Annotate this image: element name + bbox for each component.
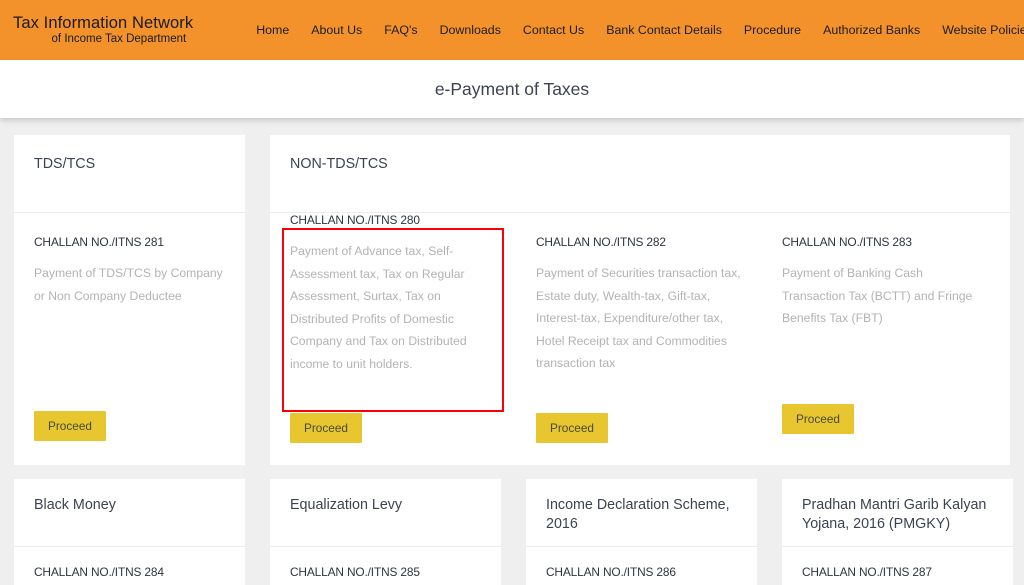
nav-item-website-policies[interactable]: Website Policies: [931, 23, 1024, 37]
proceed-wrap-282: Proceed: [516, 403, 762, 443]
challan-description-283: Payment of Banking Cash Transaction Tax …: [782, 262, 988, 330]
challan-description-280: Payment of Advance tax, Self-Assessment …: [290, 240, 496, 375]
card-non-tds-tcs: NON-TDS/TCS CHALLAN NO./ITNS 280 Payment…: [270, 135, 1010, 465]
challan-number-281: CHALLAN NO./ITNS 281: [34, 235, 225, 249]
challan-column-281: CHALLAN NO./ITNS 281 Payment of TDS/TCS …: [14, 213, 245, 307]
card-tds-header: TDS/TCS: [14, 135, 245, 212]
card-equalization-levy-body: CHALLAN NO./ITNS 285: [270, 547, 501, 579]
card-nontds-header: NON-TDS/TCS: [270, 135, 1010, 212]
challan-number-287: CHALLAN NO./ITNS 287: [802, 565, 993, 579]
nav-item-contact-us[interactable]: Contact Us: [512, 23, 595, 37]
card-black-money-body: CHALLAN NO./ITNS 284: [14, 547, 245, 579]
card-tds-title: TDS/TCS: [34, 155, 225, 174]
proceed-wrap-283: Proceed: [762, 403, 1008, 434]
card-pmgky-title: Pradhan Mantri Garib Kalyan Yojana, 2016…: [802, 496, 993, 535]
challan-number-283: CHALLAN NO./ITNS 283: [782, 235, 988, 249]
brand-secondary-text: of Income Tax Department: [13, 33, 193, 46]
challan-column-287: CHALLAN NO./ITNS 287: [782, 547, 1013, 579]
proceed-wrap-281: Proceed: [14, 411, 126, 441]
challan-number-285: CHALLAN NO./ITNS 285: [290, 565, 481, 579]
card-black-money-header: Black Money: [14, 479, 245, 546]
challan-number-286: CHALLAN NO./ITNS 286: [546, 565, 737, 579]
challan-description-281: Payment of TDS/TCS by Company or Non Com…: [34, 262, 225, 307]
challan-column-280: CHALLAN NO./ITNS 280 Payment of Advance …: [270, 213, 516, 375]
page-title-bar: e-Payment of Taxes: [0, 60, 1024, 118]
card-black-money-title: Black Money: [34, 496, 225, 515]
proceed-button-280[interactable]: Proceed: [290, 413, 362, 443]
card-pmgky-body: CHALLAN NO./ITNS 287: [782, 547, 1013, 579]
nav-item-authorized-banks[interactable]: Authorized Banks: [812, 23, 931, 37]
challan-number-280: CHALLAN NO./ITNS 280: [290, 213, 496, 227]
challan-number-282: CHALLAN NO./ITNS 282: [536, 235, 742, 249]
challan-column-286: CHALLAN NO./ITNS 286: [526, 547, 757, 579]
card-pmgky: Pradhan Mantri Garib Kalyan Yojana, 2016…: [782, 479, 1013, 585]
nav-item-bank-contact-details[interactable]: Bank Contact Details: [595, 23, 733, 37]
nav-item-home[interactable]: Home: [245, 23, 300, 37]
challan-number-284: CHALLAN NO./ITNS 284: [34, 565, 225, 579]
card-equalization-levy-title: Equalization Levy: [290, 496, 481, 515]
challan-description-282: Payment of Securities transaction tax, E…: [536, 262, 742, 375]
challan-column-282: CHALLAN NO./ITNS 282 Payment of Securiti…: [516, 213, 762, 375]
nav-item-procedure[interactable]: Procedure: [733, 23, 812, 37]
card-nontds-body: CHALLAN NO./ITNS 280 Payment of Advance …: [270, 213, 1010, 375]
card-row-primary: TDS/TCS CHALLAN NO./ITNS 281 Payment of …: [14, 135, 1010, 465]
page-title: e-Payment of Taxes: [435, 79, 589, 100]
site-logo[interactable]: Tax Information Network of Income Tax De…: [13, 14, 193, 45]
main-navigation: Home About Us FAQ's Downloads Contact Us…: [245, 23, 1024, 37]
nav-item-downloads[interactable]: Downloads: [429, 23, 512, 37]
proceed-button-283[interactable]: Proceed: [782, 404, 854, 434]
card-equalization-levy-header: Equalization Levy: [270, 479, 501, 546]
proceed-button-row: Proceed Proceed Proceed: [270, 403, 1010, 465]
nav-item-faqs[interactable]: FAQ's: [373, 23, 428, 37]
challan-column-284: CHALLAN NO./ITNS 284: [14, 547, 245, 579]
nav-item-about-us[interactable]: About Us: [300, 23, 373, 37]
card-black-money: Black Money CHALLAN NO./ITNS 284: [14, 479, 245, 585]
main-content: TDS/TCS CHALLAN NO./ITNS 281 Payment of …: [0, 118, 1024, 584]
card-tds-tcs: TDS/TCS CHALLAN NO./ITNS 281 Payment of …: [14, 135, 245, 465]
proceed-button-282[interactable]: Proceed: [536, 413, 608, 443]
site-header: Tax Information Network of Income Tax De…: [0, 0, 1024, 60]
brand-primary-text: Tax Information Network: [13, 14, 193, 32]
proceed-wrap-280: Proceed: [270, 403, 516, 443]
challan-column-283: CHALLAN NO./ITNS 283 Payment of Banking …: [762, 213, 1008, 375]
card-equalization-levy: Equalization Levy CHALLAN NO./ITNS 285: [270, 479, 501, 585]
card-nontds-title: NON-TDS/TCS: [290, 155, 990, 174]
challan-column-285: CHALLAN NO./ITNS 285: [270, 547, 501, 579]
card-income-declaration-header: Income Declaration Scheme, 2016: [526, 479, 757, 546]
card-income-declaration-scheme: Income Declaration Scheme, 2016 CHALLAN …: [526, 479, 757, 585]
card-income-declaration-body: CHALLAN NO./ITNS 286: [526, 547, 757, 579]
card-row-secondary: Black Money CHALLAN NO./ITNS 284 Equaliz…: [14, 479, 1010, 585]
proceed-button-281[interactable]: Proceed: [34, 411, 106, 441]
card-tds-body: CHALLAN NO./ITNS 281 Payment of TDS/TCS …: [14, 213, 245, 307]
card-pmgky-header: Pradhan Mantri Garib Kalyan Yojana, 2016…: [782, 479, 1013, 546]
card-income-declaration-title: Income Declaration Scheme, 2016: [546, 496, 737, 535]
